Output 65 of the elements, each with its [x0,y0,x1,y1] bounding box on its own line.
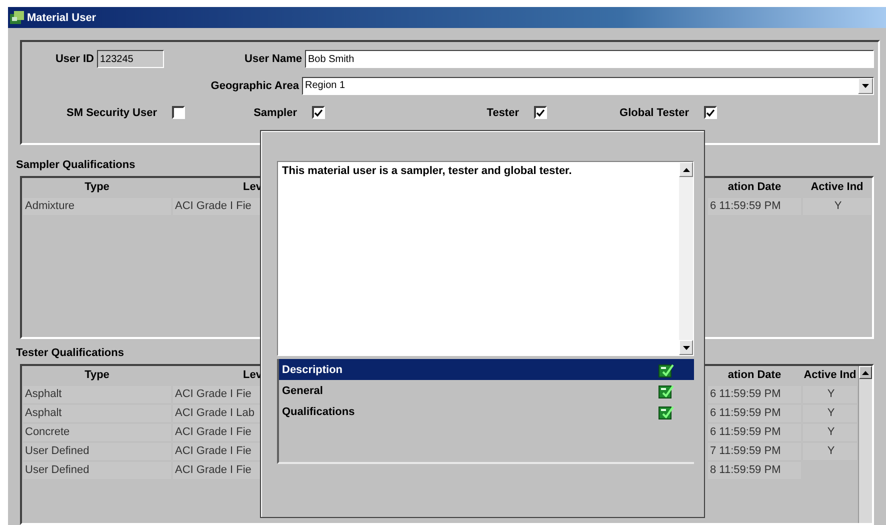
check-document-icon [658,404,674,420]
table-cell: ACI Grade I Fie [173,198,261,215]
down-arrow-icon [862,84,869,88]
checkbox-label: Sampler [254,106,298,118]
user-name-field[interactable]: Bob Smith [305,50,874,68]
table-cell: User Defined [23,462,171,479]
scroll-down-button[interactable] [679,340,693,355]
table-cell: 6 11:59:59 PM [708,386,801,403]
geographic-area-dropdown[interactable]: Region 1 [302,76,874,94]
field-label: User Name [244,52,303,64]
checkbox[interactable] [172,106,185,119]
checkbox[interactable] [704,106,717,119]
scroll-up-button[interactable] [859,366,872,379]
scrollbar[interactable] [679,162,693,355]
table-cell: Asphalt [23,386,171,403]
checkbox-label: SM Security User [66,106,158,118]
table-cell: Admixture [23,198,171,215]
column-header: Active Ind [810,180,864,195]
description-text: This material user is a sampler, tester and global tester. [281,164,573,179]
table-cell: ACI Grade I Lab [173,405,261,422]
up-arrow-icon [682,168,690,172]
checkbox[interactable] [534,106,547,119]
table-cell: 8 11:59:59 PM [708,462,801,479]
table-cell: Concrete [23,424,171,441]
scrollbar[interactable] [858,366,872,523]
section-title: Sampler Qualifications [16,159,136,173]
table-cell: Y [803,405,857,422]
description-field[interactable]: This material user is a sampler, tester and global tester. [277,161,694,356]
table-cell: Y [803,443,857,460]
list-item[interactable]: Description [279,359,694,380]
table-cell: ACI Grade I Fie [173,386,261,403]
user-id-field[interactable]: 123245 [97,50,164,68]
checkbox-label: Tester [486,106,520,118]
column-header: Type [84,180,110,195]
table-cell: 6 11:59:59 PM [708,424,801,441]
dropdown-value: Region 1 [304,78,346,92]
table-cell: ACI Grade I Fie [173,462,261,479]
column-header: ation Date [726,368,782,383]
column-header: Type [84,368,110,383]
table-cell: 6 11:59:59 PM [708,198,801,215]
table-cell: 6 11:59:59 PM [708,405,801,422]
field-label: Geographic Area [210,80,300,92]
check-document-icon [658,362,674,378]
table-cell: ACI Grade I Fie [173,443,261,460]
column-header: ation Date [726,180,782,195]
list-item[interactable]: General [279,380,694,401]
table-cell: ACI Grade I Fie [173,424,261,441]
check-document-icon [658,382,674,398]
checkbox-label: Global Tester [620,106,690,118]
checkbox[interactable] [312,106,325,119]
field-label: User ID [54,52,95,64]
list-item[interactable]: Qualifications [279,401,694,422]
table-cell: Asphalt [23,405,171,422]
up-arrow-icon [862,370,869,374]
table-cell: Y [803,386,857,403]
section-title: Tester Qualifications [16,347,124,361]
table-cell: Y [803,198,871,215]
window-title: Material User [27,12,96,24]
table-cell: User Defined [23,443,171,460]
app-icon [10,10,24,24]
down-arrow-icon [682,346,690,350]
column-header: Active Ind [802,368,858,383]
table-cell: 7 11:59:59 PM [708,443,801,460]
table-cell: Y [803,424,857,441]
scroll-up-button[interactable] [679,162,693,177]
